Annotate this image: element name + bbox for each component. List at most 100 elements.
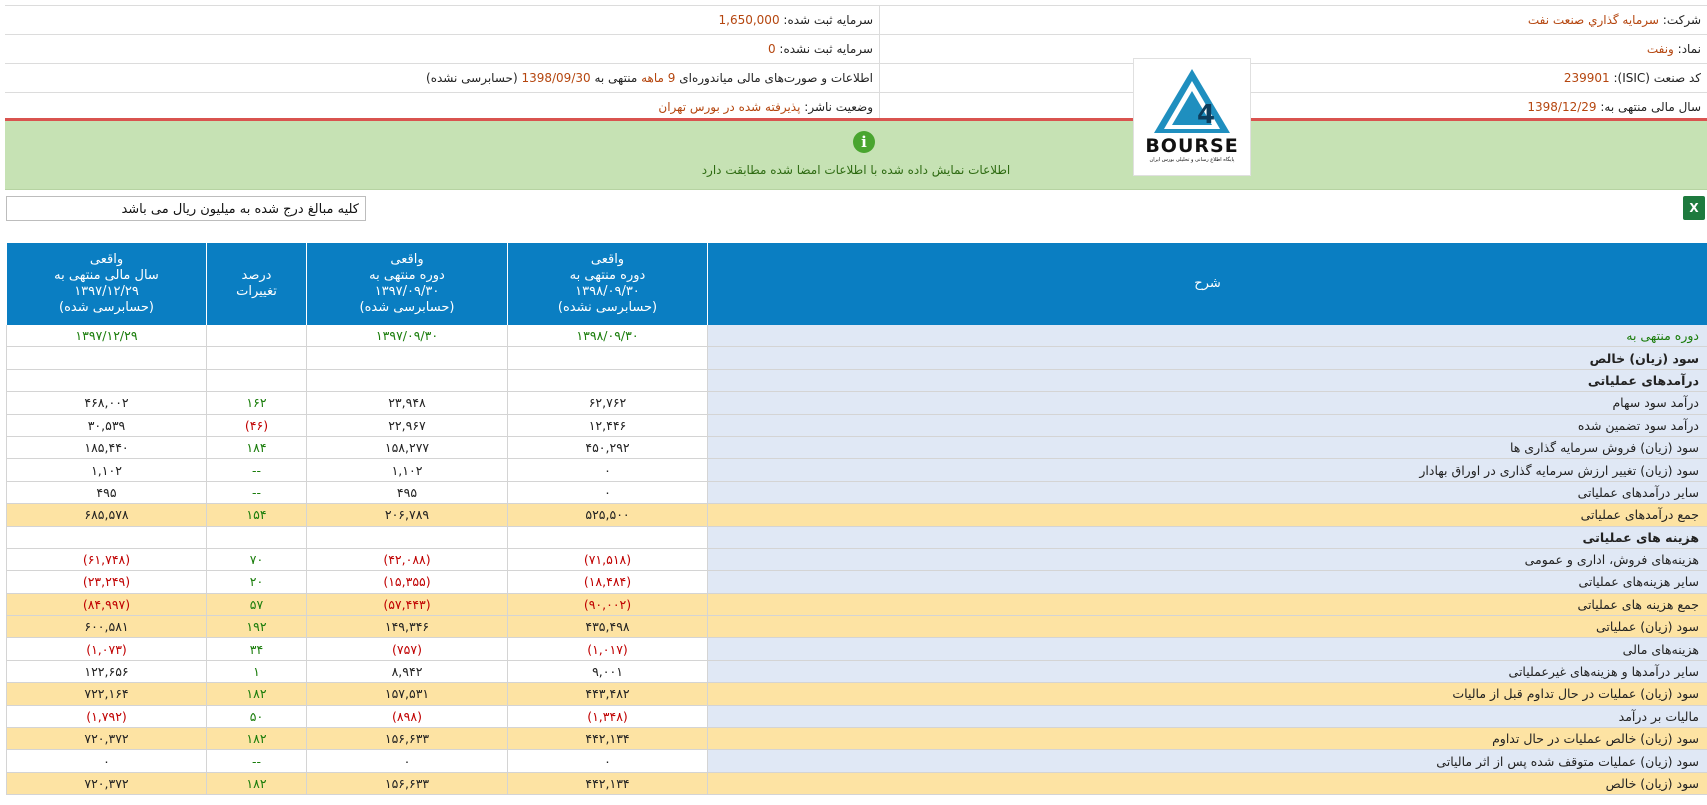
table-row: سود (زیان) عملیات در حال تداوم قبل از ما… xyxy=(6,683,1707,706)
cell-p2: (۵۷,۴۴۳) xyxy=(306,593,507,616)
company-label: شرکت: xyxy=(1662,13,1701,27)
isic-value: 239901 xyxy=(1563,71,1610,85)
cell-p2: ۱۵۷,۵۳۱ xyxy=(306,683,507,705)
unregistered-capital-label: سرمایه ثبت نشده: xyxy=(779,42,873,56)
cell-desc: درآمد سود تضمین شده xyxy=(707,414,1707,436)
cell-p2: (۴۲,۰۸۸) xyxy=(306,548,507,571)
cell-fy: (۶۱,۷۴۸) xyxy=(6,548,206,571)
cell-fy xyxy=(6,526,206,548)
cell-pct xyxy=(206,347,306,369)
cell-p1: ۴۴۲,۱۳۴ xyxy=(507,728,707,750)
cell-pct: ۱ xyxy=(206,660,306,683)
cell-fy: (۱,۰۷۳) xyxy=(6,638,206,660)
symbol-label: نماد: xyxy=(1677,42,1701,56)
cell-p2 xyxy=(306,347,507,369)
cell-pct xyxy=(206,325,306,347)
cell-fy: (۱,۷۹۲) xyxy=(6,705,206,728)
cell-pct: ۱۹۲ xyxy=(206,616,306,638)
fiscal-year-value: 1398/12/29 xyxy=(1527,100,1597,114)
amount-unit-note: کلیه مبالغ درج شده به میلیون ریال می باش… xyxy=(6,196,366,221)
header-change-percent: درصد تغییرات xyxy=(206,243,306,325)
cell-pct: ۱۸۲ xyxy=(206,772,306,795)
cell-p1: ۴۵۰,۲۹۲ xyxy=(507,436,707,459)
cell-desc: جمع هزینه های عملیاتی xyxy=(707,593,1707,616)
cell-p1 xyxy=(507,347,707,369)
header-fiscal-year: واقعی سال مالی منتهی به ۱۳۹۷/۱۲/۲۹ (حسابرسی… xyxy=(6,243,206,325)
table-row: هزینه‌های فروش، اداری و عمومی (۷۱,۵۱۸) (۴۲… xyxy=(6,548,1707,572)
table-row: سود (زیان) خالص ۴۴۲,۱۳۴ ۱۵۶,۶۳۳ ۱۸۲ ۷۲۰,۳۷۲ xyxy=(6,772,1707,796)
cell-pct: ۷۰ xyxy=(206,548,306,571)
cell-p1: (۱۸,۴۸۴) xyxy=(507,571,707,593)
cell-p1 xyxy=(507,369,707,392)
symbol-value[interactable]: ونفت xyxy=(1647,42,1674,56)
cell-desc: سود (زیان) خالص xyxy=(707,772,1707,795)
cell-desc: سود (زیان) عملیات در حال تداوم قبل از ما… xyxy=(707,683,1707,705)
cell-p1: ۰ xyxy=(507,481,707,504)
cell-pct xyxy=(206,526,306,548)
cell-pct: ۵۷ xyxy=(206,593,306,616)
table-row: سود (زیان) خالص xyxy=(6,347,1707,370)
table-body: دوره منتهی به ۱۳۹۸/۰۹/۳۰ ۱۳۹۷/۰۹/۳۰ ۱۳۹۷/۱۲… xyxy=(6,325,1707,796)
cell-desc: سود (زیان) عملیات متوقف شده پس از اثر ما… xyxy=(707,750,1707,772)
cell-pct: -- xyxy=(206,481,306,504)
cell-fy: ۷۲۰,۳۷۲ xyxy=(6,728,206,750)
table-row: سود (زیان) تغییر ارزش سرمایه گذاری در او… xyxy=(6,459,1707,482)
table-row: هزینه های عملیاتی xyxy=(6,526,1707,549)
cell-fy: ۶۰۰,۵۸۱ xyxy=(6,616,206,638)
cell-fy: ۷۲۲,۱۶۴ xyxy=(6,683,206,705)
cell-p2: ۲۳,۹۴۸ xyxy=(306,392,507,414)
registered-capital-label: سرمایه ثبت شده: xyxy=(783,13,873,27)
table-row: جمع درآمدهای عملیاتی ۵۲۵,۵۰۰ ۲۰۶,۷۸۹ ۱۵۴ ۶۸۵… xyxy=(6,504,1707,527)
cell-p2: ۱۵۶,۶۳۳ xyxy=(306,728,507,750)
cell-p1: ۱۳۹۸/۰۹/۳۰ xyxy=(507,325,707,347)
statement-suffix: منتهی به xyxy=(594,71,638,85)
table-row: سود (زیان) فروش سرمایه گذاری ها ۴۵۰,۲۹۲ ۱۵… xyxy=(6,436,1707,460)
table-row: سایر درآمدها و هزینه‌های غیرعملیاتی ۹,۰۰۱… xyxy=(6,660,1707,684)
cell-pct: -- xyxy=(206,459,306,481)
cell-p2: ۲۲,۹۶۷ xyxy=(306,414,507,436)
cell-pct: ۱۸۲ xyxy=(206,728,306,750)
header-desc: شرح xyxy=(707,243,1707,325)
cell-fy: ۴۶۸,۰۰۲ xyxy=(6,392,206,414)
cell-p1: (۹۰,۰۰۲) xyxy=(507,593,707,616)
cell-p1: ۰ xyxy=(507,750,707,772)
cell-fy xyxy=(6,347,206,369)
publisher-status-label: وضعیت ناشر: xyxy=(804,100,873,114)
table-row: درآمدهای عملیاتی xyxy=(6,369,1707,393)
table-row: سود (زیان) عملیات متوقف شده پس از اثر ما… xyxy=(6,750,1707,773)
cell-p1: ۶۲,۷۶۲ xyxy=(507,392,707,414)
statement-status: (حسابرسی نشده) xyxy=(426,71,518,85)
company-info: شرکت: سرمايه گذاري صنعت نفت سرمایه ثبت ش… xyxy=(5,5,1707,122)
info-row-company: شرکت: سرمايه گذاري صنعت نفت سرمایه ثبت ش… xyxy=(5,5,1707,35)
fiscal-year-label: سال مالی منتهی به: xyxy=(1600,100,1701,114)
info-row-symbol: نماد: ونفت سرمایه ثبت نشده: 0 xyxy=(5,35,1707,64)
cell-fy: ۱۸۵,۴۴۰ xyxy=(6,436,206,459)
statement-date: 1398/09/30 xyxy=(521,71,591,85)
table-row: سایر درآمدهای عملیاتی ۰ ۴۹۵ -- ۴۹۵ xyxy=(6,481,1707,505)
cell-desc: سود (زیان) خالص xyxy=(707,347,1707,369)
cell-pct: ۳۴ xyxy=(206,638,306,660)
cell-fy: ۶۸۵,۵۷۸ xyxy=(6,504,206,526)
income-statement-table: شرح واقعی دوره منتهی به ۱۳۹۸/۰۹/۳۰ (حسابرسی… xyxy=(6,243,1707,796)
isic-label: کد صنعت (ISIC): xyxy=(1613,71,1701,85)
cell-fy: ۴۹۵ xyxy=(6,481,206,504)
cell-p1: (۷۱,۵۱۸) xyxy=(507,548,707,571)
cell-desc: دوره منتهی به xyxy=(707,325,1707,347)
cell-p2: ۱,۱۰۲ xyxy=(306,459,507,481)
cell-desc: سایر هزینه‌های عملیاتی xyxy=(707,571,1707,593)
registered-capital-value: 1,650,000 xyxy=(718,13,780,27)
cell-pct: ۵۰ xyxy=(206,705,306,728)
logo-subtext: پایگاه اطلاع رسانی و تحلیلی بورس ایران xyxy=(1149,157,1235,163)
svg-text:4: 4 xyxy=(1197,100,1215,130)
cell-p2 xyxy=(306,369,507,392)
cell-pct: ۱۵۴ xyxy=(206,504,306,526)
cell-desc: درآمد سود سهام xyxy=(707,392,1707,414)
table-row: دوره منتهی به ۱۳۹۸/۰۹/۳۰ ۱۳۹۷/۰۹/۳۰ ۱۳۹۷/۱۲… xyxy=(6,325,1707,348)
excel-export-icon[interactable] xyxy=(1683,196,1705,220)
cell-desc: سود (زیان) عملیاتی xyxy=(707,616,1707,638)
table-row: هزینه‌های مالی (۱,۰۱۷) (۷۵۷) ۳۴ (۱,۰۷۳) xyxy=(6,638,1707,661)
table-header: شرح واقعی دوره منتهی به ۱۳۹۸/۰۹/۳۰ (حسابرسی… xyxy=(6,243,1707,325)
cell-p2: ۱۵۶,۶۳۳ xyxy=(306,772,507,795)
company-name[interactable]: سرمايه گذاري صنعت نفت xyxy=(1528,13,1659,27)
cell-p2: (۱۵,۳۵۵) xyxy=(306,571,507,593)
